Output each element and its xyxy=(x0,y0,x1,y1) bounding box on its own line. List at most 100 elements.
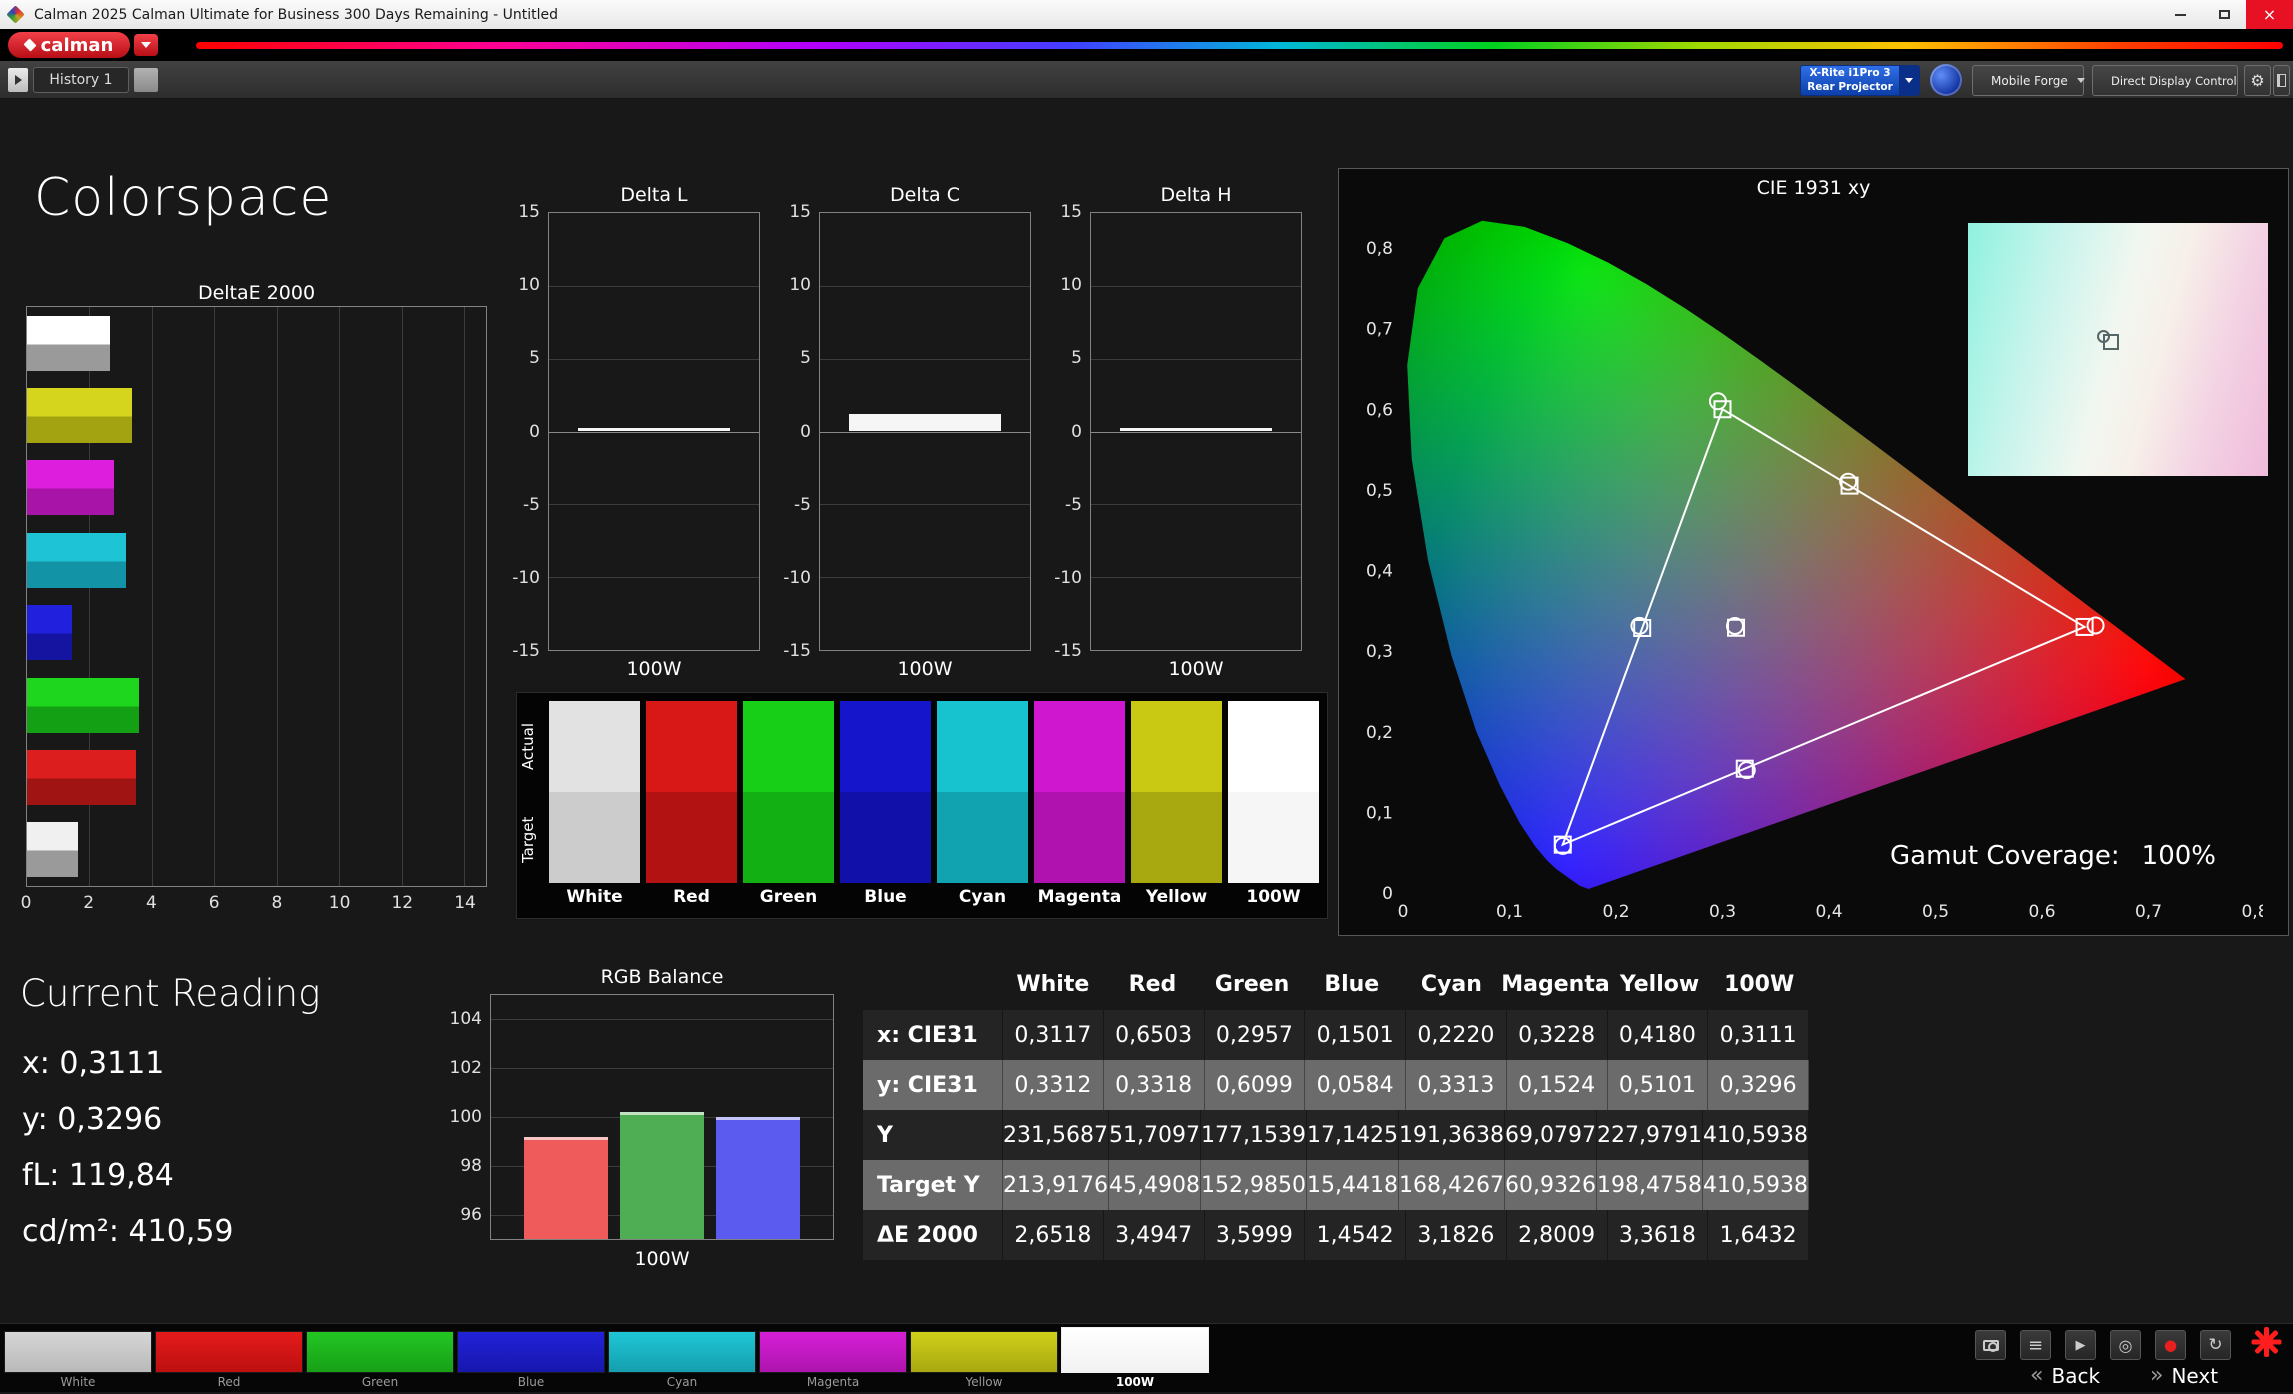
cell: 45,4908 xyxy=(1109,1160,1201,1210)
bar-row xyxy=(27,814,486,886)
pattern-button-white[interactable]: White xyxy=(4,1331,152,1390)
actual-swatch xyxy=(646,701,737,792)
history-expand-button[interactable] xyxy=(8,68,28,92)
main-menu-button[interactable] xyxy=(134,34,158,56)
rgb-bar-green xyxy=(620,1112,704,1239)
column-header: 100W xyxy=(1709,958,1809,1010)
pattern-button-red[interactable]: Red xyxy=(155,1331,303,1390)
cell: 0,6099 xyxy=(1205,1060,1306,1110)
pattern-label: Magenta xyxy=(759,1374,907,1390)
pattern-button-green[interactable]: Green xyxy=(306,1331,454,1390)
source-label: Mobile Forge xyxy=(1991,74,2068,88)
column-header: Red xyxy=(1103,958,1203,1010)
cell: 3,3618 xyxy=(1608,1210,1709,1260)
delta-bar xyxy=(578,428,729,431)
reading-fl: fL: 119,84 xyxy=(22,1158,174,1193)
inset-marker-icon xyxy=(2103,334,2119,350)
deltae-bar-magenta xyxy=(27,460,114,515)
axis-tick-label: 15 xyxy=(1060,202,1082,222)
chevron-down-icon xyxy=(1905,78,1913,83)
svg-text:0,7: 0,7 xyxy=(1366,320,1393,340)
toolbar: History 1 X-Rite i1Pro 3 Rear Projector … xyxy=(0,61,2293,99)
svg-text:0,5: 0,5 xyxy=(1366,481,1393,501)
actual-swatch xyxy=(1034,701,1125,792)
gridline xyxy=(1091,359,1301,360)
cell: 231,5687 xyxy=(1003,1110,1109,1160)
axis-tick-label: 5 xyxy=(1071,348,1082,368)
maximize-button[interactable] xyxy=(2202,0,2246,29)
pattern-label: Blue xyxy=(457,1374,605,1390)
camera-button[interactable] xyxy=(1975,1330,2006,1360)
delta-bar xyxy=(849,414,1000,430)
bar-row xyxy=(27,741,486,813)
gamut-coverage-label: Gamut Coverage: xyxy=(1890,841,2120,871)
meter-dropdown[interactable] xyxy=(1899,66,1919,95)
panel-toggle-button[interactable] xyxy=(2273,65,2290,96)
bar-row xyxy=(27,307,486,379)
axis-tick-label: 10 xyxy=(1060,275,1082,295)
gridline xyxy=(820,359,1030,360)
cell: 410,5938 xyxy=(1703,1110,1809,1160)
axis-tick-label: 5 xyxy=(800,348,811,368)
pattern-swatch xyxy=(608,1331,756,1373)
record-button[interactable] xyxy=(2155,1330,2186,1360)
swatch-column-magenta: Magenta xyxy=(1034,701,1125,910)
delta-bar xyxy=(1120,428,1271,431)
history-extra-button[interactable] xyxy=(134,68,158,92)
pattern-label: Cyan xyxy=(608,1374,756,1390)
svg-text:0,7: 0,7 xyxy=(2135,902,2162,922)
display-control-button[interactable]: Direct Display Control xyxy=(2092,65,2238,96)
pattern-button-100w[interactable]: 100W xyxy=(1061,1327,1209,1390)
source-button[interactable]: Mobile Forge xyxy=(1972,65,2084,96)
actual-swatch xyxy=(743,701,834,792)
pattern-button-cyan[interactable]: Cyan xyxy=(608,1331,756,1390)
results-table: WhiteRedGreenBlueCyanMagentaYellow100Wx:… xyxy=(863,958,1809,1260)
read-continuous-button[interactable] xyxy=(2065,1330,2096,1360)
axis-tick-label: 0 xyxy=(21,893,32,913)
close-button[interactable] xyxy=(2246,0,2293,29)
calman-logo[interactable]: calman xyxy=(8,32,130,58)
deltae-bar-100w xyxy=(27,822,78,877)
actual-row-label: Actual xyxy=(519,701,545,793)
actual-swatch xyxy=(840,701,931,792)
cell: 0,6503 xyxy=(1104,1010,1205,1060)
refresh-button[interactable] xyxy=(2200,1330,2231,1360)
pattern-button-yellow[interactable]: Yellow xyxy=(910,1331,1058,1390)
rgb-bar-red xyxy=(524,1137,608,1239)
swatch-label: Cyan xyxy=(937,883,1028,910)
cell: 152,9850 xyxy=(1201,1160,1307,1210)
chevron-down-icon xyxy=(141,42,151,48)
pattern-label: Yellow xyxy=(910,1374,1058,1390)
gridline xyxy=(549,577,759,578)
minimize-button[interactable] xyxy=(2158,0,2202,29)
axis-tick-label: 0 xyxy=(800,422,811,442)
row-label: y: CIE31 xyxy=(863,1060,1003,1110)
svg-text:0,3: 0,3 xyxy=(1709,902,1736,922)
deltae-bar-white xyxy=(27,316,110,371)
next-button[interactable]: Next xyxy=(2150,1364,2218,1388)
x-axis-label: 100W xyxy=(548,658,760,680)
pattern-button-blue[interactable]: Blue xyxy=(457,1331,605,1390)
pattern-button-magenta[interactable]: Magenta xyxy=(759,1331,907,1390)
cell: 15,4418 xyxy=(1307,1160,1399,1210)
gridline xyxy=(820,504,1030,505)
column-header: Cyan xyxy=(1402,958,1502,1010)
axis-tick-label: -10 xyxy=(512,568,540,588)
cell: 177,1539 xyxy=(1201,1110,1307,1160)
window-title: Calman 2025 Calman Ultimate for Business… xyxy=(34,7,558,23)
cell: 0,3313 xyxy=(1406,1060,1507,1110)
deltae-bar-yellow xyxy=(27,388,132,443)
table-row: Y231,568751,7097177,153917,1425191,36386… xyxy=(863,1110,1809,1160)
actual-swatch xyxy=(1228,701,1319,792)
delta-c-chart: Delta C 151050-5-10-15 100W xyxy=(819,184,1031,206)
notes-button[interactable] xyxy=(2020,1330,2051,1360)
meter-button[interactable]: X-Rite i1Pro 3 Rear Projector xyxy=(1800,65,1920,96)
y-axis: 151050-5-10-15 xyxy=(765,212,811,651)
rgb-bar-blue xyxy=(716,1117,800,1239)
read-single-button[interactable] xyxy=(2110,1330,2141,1360)
pattern-swatch xyxy=(759,1331,907,1373)
target-row-label: Target xyxy=(519,794,545,886)
back-button[interactable]: Back xyxy=(2030,1364,2100,1388)
settings-button[interactable] xyxy=(2244,65,2271,96)
history-tab[interactable]: History 1 xyxy=(33,67,129,93)
